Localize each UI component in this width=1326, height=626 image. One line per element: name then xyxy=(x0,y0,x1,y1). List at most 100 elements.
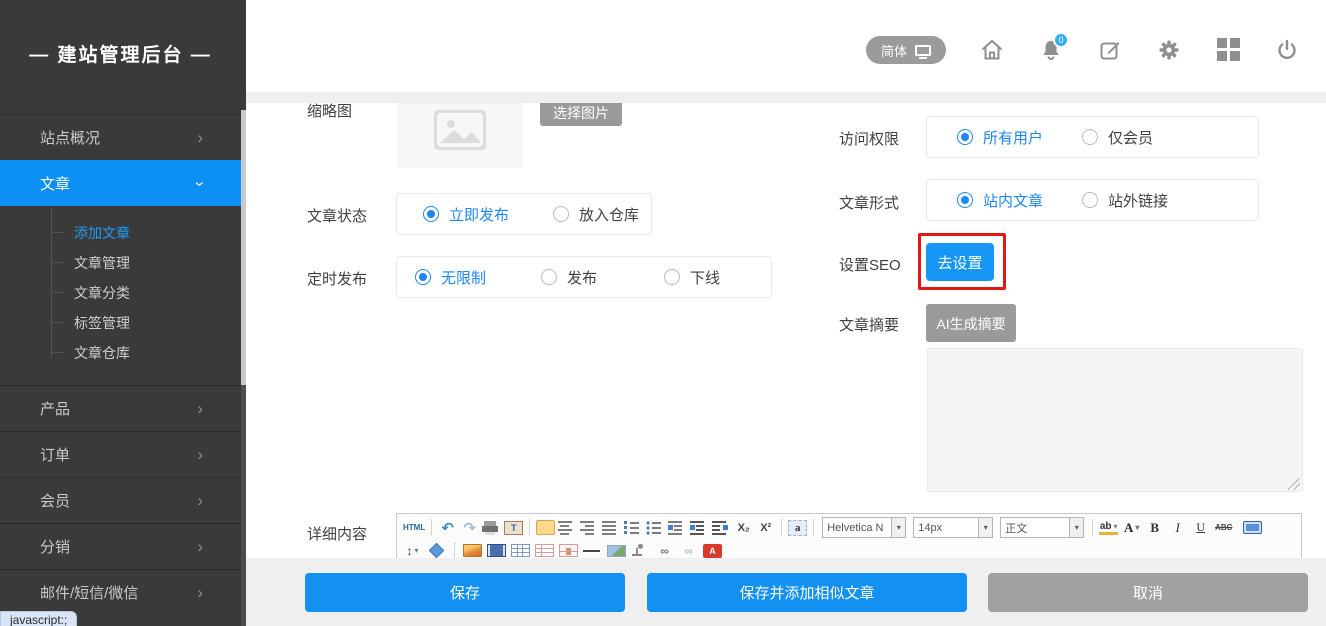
sidebar-scrollbar-thumb[interactable] xyxy=(241,110,246,385)
radio-unselected-icon[interactable] xyxy=(541,269,557,285)
paste-text-icon[interactable]: T xyxy=(504,521,523,535)
radio-unselected-icon[interactable] xyxy=(1082,129,1098,145)
chevron-down-icon: ▾ xyxy=(1069,518,1083,537)
radio-selected-icon[interactable] xyxy=(415,269,431,285)
insert-image-icon[interactable] xyxy=(463,544,482,557)
sidebar-item-product[interactable]: 产品 › xyxy=(0,385,241,431)
redo-icon[interactable]: ↷ xyxy=(460,518,479,537)
sidebar-item-order[interactable]: 订单 › xyxy=(0,431,241,477)
sidebar-subitem-add-article[interactable]: 添加文章 xyxy=(0,218,241,248)
radio-selected-icon[interactable] xyxy=(957,129,973,145)
sidebar-item-article[interactable]: 文章 › xyxy=(0,160,241,206)
radio-unselected-icon[interactable] xyxy=(553,206,569,222)
gear-icon[interactable] xyxy=(1157,38,1181,62)
toolbar-separator xyxy=(529,519,530,536)
print-icon[interactable] xyxy=(482,521,501,535)
chevron-right-icon: › xyxy=(197,128,203,148)
sidebar-subitem-article-warehouse[interactable]: 文章仓库 xyxy=(0,338,241,368)
indent-icon[interactable] xyxy=(690,520,709,535)
textarea-resize-handle[interactable] xyxy=(1288,478,1300,490)
radio-internal-article[interactable]: 站内文章 xyxy=(957,190,1043,211)
ai-generate-summary-button[interactable]: AI生成摘要 xyxy=(926,304,1016,342)
toolbar-separator xyxy=(813,519,814,536)
sidebar-subitem-article-category[interactable]: 文章分类 xyxy=(0,278,241,308)
toolbar-separator xyxy=(781,519,782,536)
admin-page: 缩略图 选择图片 文章状态 立即发布 放入仓库 定时发布 无限制 发布 xyxy=(0,0,1326,626)
anchor-text-icon[interactable]: a xyxy=(788,520,807,536)
chevron-down-icon: › xyxy=(190,181,210,187)
sidebar-item-site-overview[interactable]: 站点概况 › xyxy=(0,114,241,160)
sidebar-subitem-article-management[interactable]: 文章管理 xyxy=(0,248,241,278)
bold-icon[interactable]: B xyxy=(1145,518,1164,537)
align-right-icon[interactable] xyxy=(580,520,599,535)
italic-icon[interactable]: I xyxy=(1168,518,1187,537)
radio-all-users[interactable]: 所有用户 xyxy=(957,127,1043,148)
anchor-icon[interactable] xyxy=(631,544,650,557)
scheduled-publish-label: 定时发布 xyxy=(307,268,367,289)
app-title: — 建站管理后台 — xyxy=(0,40,241,67)
insert-table-icon[interactable] xyxy=(511,544,530,557)
radio-external-link[interactable]: 站外链接 xyxy=(1082,190,1168,211)
cancel-button[interactable]: 取消 xyxy=(988,573,1308,612)
align-justify-icon[interactable] xyxy=(602,520,621,535)
edit-icon[interactable] xyxy=(1098,38,1122,62)
underline-icon[interactable]: U xyxy=(1191,518,1210,537)
fullscreen-icon[interactable] xyxy=(1243,521,1262,534)
save-button[interactable]: 保存 xyxy=(305,573,625,612)
paragraph-format-select[interactable]: 正文 ▾ xyxy=(1000,517,1084,538)
radio-publish-now[interactable]: 立即发布 xyxy=(423,204,509,225)
chevron-right-icon: › xyxy=(197,491,203,511)
summary-textarea[interactable] xyxy=(927,348,1303,492)
power-icon[interactable] xyxy=(1275,38,1299,62)
radio-publish-time[interactable]: 发布 xyxy=(541,267,597,288)
radio-to-warehouse[interactable]: 放入仓库 xyxy=(553,204,639,225)
language-switch-button[interactable]: 简体 xyxy=(866,36,946,64)
merge-cells-icon[interactable] xyxy=(559,544,578,557)
save-and-add-similar-button[interactable]: 保存并添加相似文章 xyxy=(647,573,967,612)
radio-no-limit[interactable]: 无限制 xyxy=(415,267,486,288)
first-line-indent-icon[interactable] xyxy=(668,520,687,535)
summary-label: 文章摘要 xyxy=(839,314,899,335)
highlight-color-icon[interactable]: ab xyxy=(1099,521,1118,535)
radio-members-only[interactable]: 仅会员 xyxy=(1082,127,1153,148)
font-color-icon[interactable]: A xyxy=(1122,518,1141,537)
radio-selected-icon[interactable] xyxy=(957,192,973,208)
apps-grid-icon[interactable] xyxy=(1217,38,1240,61)
sidebar-item-distribution[interactable]: 分销 › xyxy=(0,523,241,569)
unordered-list-icon[interactable] xyxy=(646,520,665,535)
subscript-icon[interactable]: X₂ xyxy=(734,518,753,537)
sidebar-subitem-tag-management[interactable]: 标签管理 xyxy=(0,308,241,338)
align-center-icon[interactable] xyxy=(558,520,577,535)
strikethrough-icon[interactable]: ABC xyxy=(1214,518,1233,537)
superscript-icon[interactable]: X² xyxy=(756,518,775,537)
ordered-list-icon[interactable] xyxy=(624,520,643,535)
monitor-icon xyxy=(915,45,931,56)
font-size-select[interactable]: 14px ▾ xyxy=(913,517,993,538)
radio-unselected-icon[interactable] xyxy=(1082,192,1098,208)
font-family-select[interactable]: Helvetica N ▾ xyxy=(822,517,906,538)
chevron-right-icon: › xyxy=(197,445,203,465)
html-source-icon[interactable]: HTML xyxy=(403,518,425,537)
chevron-right-icon: › xyxy=(197,537,203,557)
chevron-down-icon: ▾ xyxy=(978,518,992,537)
horizontal-rule-icon[interactable] xyxy=(583,544,602,557)
outdent-icon[interactable] xyxy=(712,520,731,535)
article-form-label: 文章形式 xyxy=(839,192,899,213)
sidebar: — 建站管理后台 — 站点概况 › 文章 › 添加文章 文章管理 文章分类 标签… xyxy=(0,0,246,626)
screenshot-icon[interactable] xyxy=(607,545,626,557)
sidebar-item-member[interactable]: 会员 › xyxy=(0,477,241,523)
radio-offline-time[interactable]: 下线 xyxy=(664,267,720,288)
editor-toolbar-row1: HTML ↶↷ T X₂X² a Helvetica N ▾ 14px ▾ 正文 ▾ a… xyxy=(397,514,1301,541)
radio-unselected-icon[interactable] xyxy=(664,269,680,285)
delete-table-icon[interactable] xyxy=(535,544,554,557)
chevron-down-icon: ▾ xyxy=(891,518,905,537)
notification-badge: 0 xyxy=(1053,32,1069,48)
align-left-icon[interactable] xyxy=(536,520,555,535)
home-icon[interactable] xyxy=(980,38,1004,62)
access-permission-label: 访问权限 xyxy=(839,128,899,149)
insert-video-icon[interactable] xyxy=(487,544,506,557)
radio-selected-icon[interactable] xyxy=(423,206,439,222)
undo-icon[interactable]: ↶ xyxy=(438,518,457,537)
sidebar-item-mail-sms-wechat[interactable]: 邮件/短信/微信 › xyxy=(0,569,241,615)
insert-pdf-icon[interactable]: A xyxy=(703,544,722,558)
